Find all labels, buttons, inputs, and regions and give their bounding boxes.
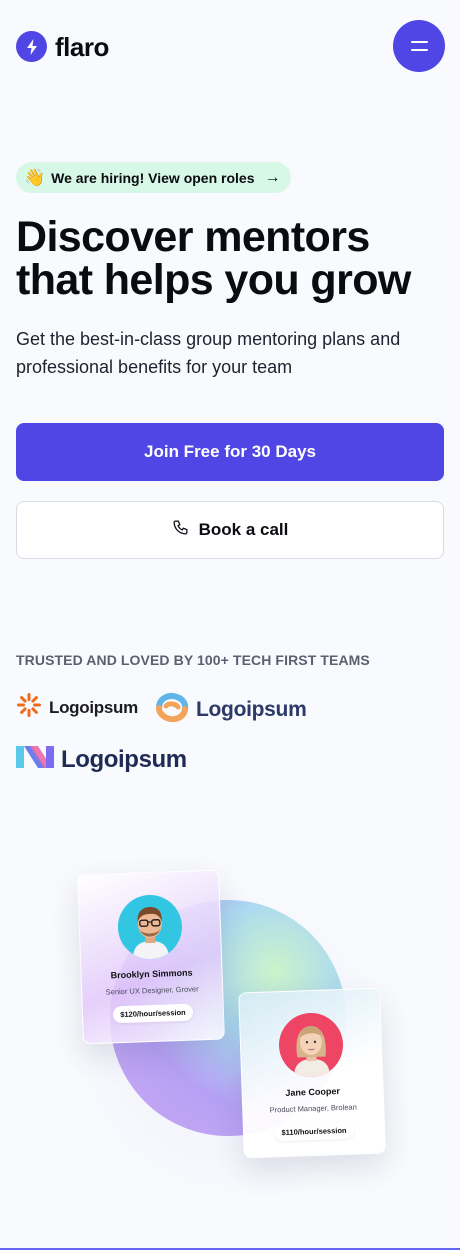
site-header: flaro	[0, 0, 460, 96]
menu-icon	[410, 41, 428, 43]
mentor-card-1[interactable]: Brooklyn Simmons Senior UX Designer, Gro…	[77, 869, 225, 1045]
menu-icon-line	[410, 49, 428, 51]
trusted-heading: TRUSTED AND LOVED BY 100+ TECH FIRST TEA…	[16, 652, 370, 668]
hiring-pill-text: We are hiring! View open roles	[51, 169, 255, 186]
hero-subtitle: Get the best-in-class group mentoring pl…	[16, 329, 401, 377]
arrow-right-icon: →	[264, 168, 281, 186]
avatar	[277, 1011, 345, 1079]
book-call-label: Book a call	[198, 520, 289, 539]
mentor-price-badge: $120/hour/session	[112, 1003, 193, 1024]
mentor-name: Jane Cooper	[285, 1086, 341, 1098]
logo-ring-icon	[155, 692, 189, 727]
mentor-role: Senior UX Designer, Grover	[105, 984, 199, 997]
logo-n-icon	[16, 744, 54, 775]
partner-logo-3-text: Logoipsum	[61, 745, 187, 773]
mentor-price-badge: $110/hour/session	[274, 1121, 354, 1142]
partner-logo-1: Logoipsum	[16, 692, 138, 723]
brand-name: flaro	[55, 31, 109, 62]
partner-logo-1-text: Logoipsum	[49, 697, 138, 717]
mentor-card-2[interactable]: Jane Cooper Product Manager, Brolean $11…	[238, 987, 386, 1159]
hero-title: Discover mentors that helps you grow	[16, 213, 411, 304]
waving-hand-icon: 👋	[24, 168, 46, 187]
phone-icon	[172, 519, 189, 541]
mentor-name: Brooklyn Simmons	[110, 967, 193, 981]
partner-logo-2: Logoipsum	[155, 692, 307, 727]
brand-logo-link[interactable]: flaro	[16, 31, 109, 62]
mentor-illustration: Brooklyn Simmons Senior UX Designer, Gro…	[0, 840, 460, 1240]
avatar	[116, 893, 184, 961]
join-free-button[interactable]: Join Free for 30 Days	[16, 423, 444, 481]
book-call-button[interactable]: Book a call	[16, 501, 444, 559]
landing-page: flaro 👋 We are hiring! View open roles →…	[0, 0, 460, 1250]
partner-logo-3: Logoipsum	[16, 744, 187, 775]
hiring-pill-link[interactable]: 👋 We are hiring! View open roles →	[16, 162, 291, 193]
mentor-role: Product Manager, Brolean	[269, 1102, 357, 1115]
partner-logo-2-text: Logoipsum	[196, 697, 307, 721]
logo-sun-icon	[16, 692, 42, 723]
bolt-icon	[16, 31, 47, 62]
menu-button[interactable]	[393, 20, 445, 72]
